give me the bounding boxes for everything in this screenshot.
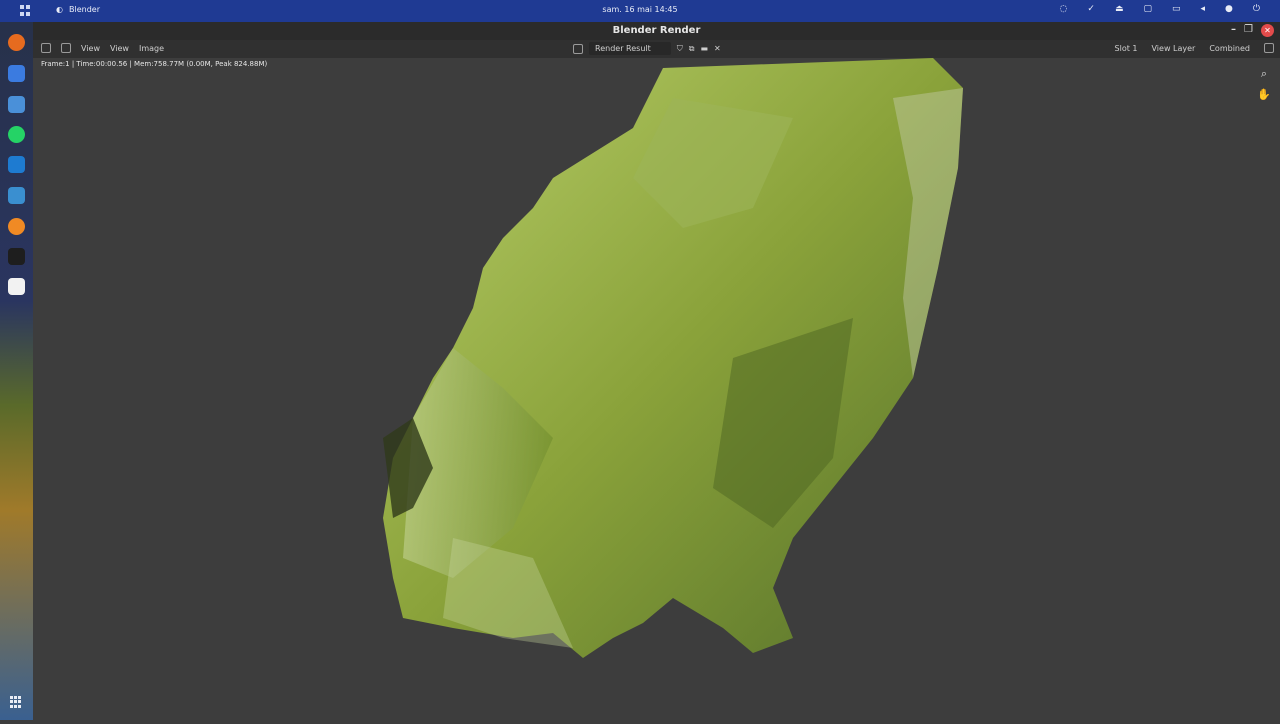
display-icon[interactable]: ▭	[1172, 4, 1181, 14]
blender-dock-icon[interactable]	[8, 218, 25, 235]
eject-icon[interactable]: ⏏	[1115, 4, 1124, 14]
folder-icon[interactable]: ▬	[700, 44, 708, 53]
system-top-bar: ◐ Blender sam. 16 mai 14:45 ◌ ✓ ⏏ ▢ ▭ ◂ …	[0, 0, 1280, 22]
view-layer-dropdown[interactable]: View Layer	[1152, 44, 1196, 53]
terminal-icon[interactable]	[8, 248, 25, 265]
duplicate-icon[interactable]: ⧉	[689, 44, 695, 54]
minimize-icon[interactable]: –	[1231, 24, 1236, 37]
pass-dropdown[interactable]: Combined	[1209, 44, 1250, 53]
image-mode-icon[interactable]	[61, 43, 71, 53]
microphone-icon[interactable]: ●	[1225, 4, 1233, 14]
view-menu-2[interactable]: View	[110, 44, 129, 53]
image-menu[interactable]: Image	[139, 44, 164, 53]
clipboard-icon[interactable]: ▢	[1143, 4, 1152, 14]
firefox-icon[interactable]	[8, 34, 25, 51]
blender-window: Blender Render – ❐ ✕ View View Image Ren…	[33, 22, 1280, 720]
show-apps-icon[interactable]	[10, 696, 22, 708]
check-icon[interactable]: ✓	[1087, 4, 1095, 14]
window-title: Blender Render	[612, 25, 701, 36]
display-channels-icon[interactable]	[1264, 43, 1274, 53]
whatsapp-icon[interactable]	[8, 126, 25, 143]
sync-icon[interactable]: ◌	[1060, 4, 1068, 14]
pan-hand-icon[interactable]: ✋	[1256, 86, 1272, 102]
image-name-field[interactable]: Render Result	[589, 42, 671, 55]
window-titlebar: Blender Render – ❐ ✕	[33, 22, 1280, 40]
fake-user-icon[interactable]: ⛉	[677, 44, 683, 54]
editor-type-icon[interactable]	[41, 43, 51, 53]
maximize-icon[interactable]: ❐	[1244, 24, 1253, 37]
unlink-icon[interactable]: ✕	[714, 44, 721, 53]
power-icon[interactable]: ⏻	[1253, 4, 1260, 14]
thunderbird-icon[interactable]	[8, 65, 25, 82]
image-editor-header: View View Image Render Result ⛉ ⧉ ▬ ✕ Sl…	[33, 40, 1280, 58]
slot-dropdown[interactable]: Slot 1	[1115, 44, 1138, 53]
system-tray: ◌ ✓ ⏏ ▢ ▭ ◂ ● ⏻	[1060, 4, 1260, 14]
close-icon[interactable]: ✕	[1261, 24, 1274, 37]
render-viewport[interactable]: ⌕ ✋	[33, 58, 1280, 720]
image-browse-icon[interactable]	[573, 43, 583, 54]
usb-icon[interactable]	[8, 278, 25, 295]
volume-icon[interactable]: ◂	[1200, 4, 1205, 14]
app-icon[interactable]	[8, 187, 25, 204]
zoom-icon[interactable]: ⌕	[1256, 66, 1272, 82]
render-stats: Frame:1 | Time:00:00.56 | Mem:758.77M (0…	[41, 60, 268, 68]
vscode-icon[interactable]	[8, 156, 25, 173]
render-result-image	[383, 58, 963, 658]
view-menu[interactable]: View	[81, 44, 100, 53]
files-icon[interactable]	[8, 96, 25, 113]
application-dock	[0, 22, 33, 720]
